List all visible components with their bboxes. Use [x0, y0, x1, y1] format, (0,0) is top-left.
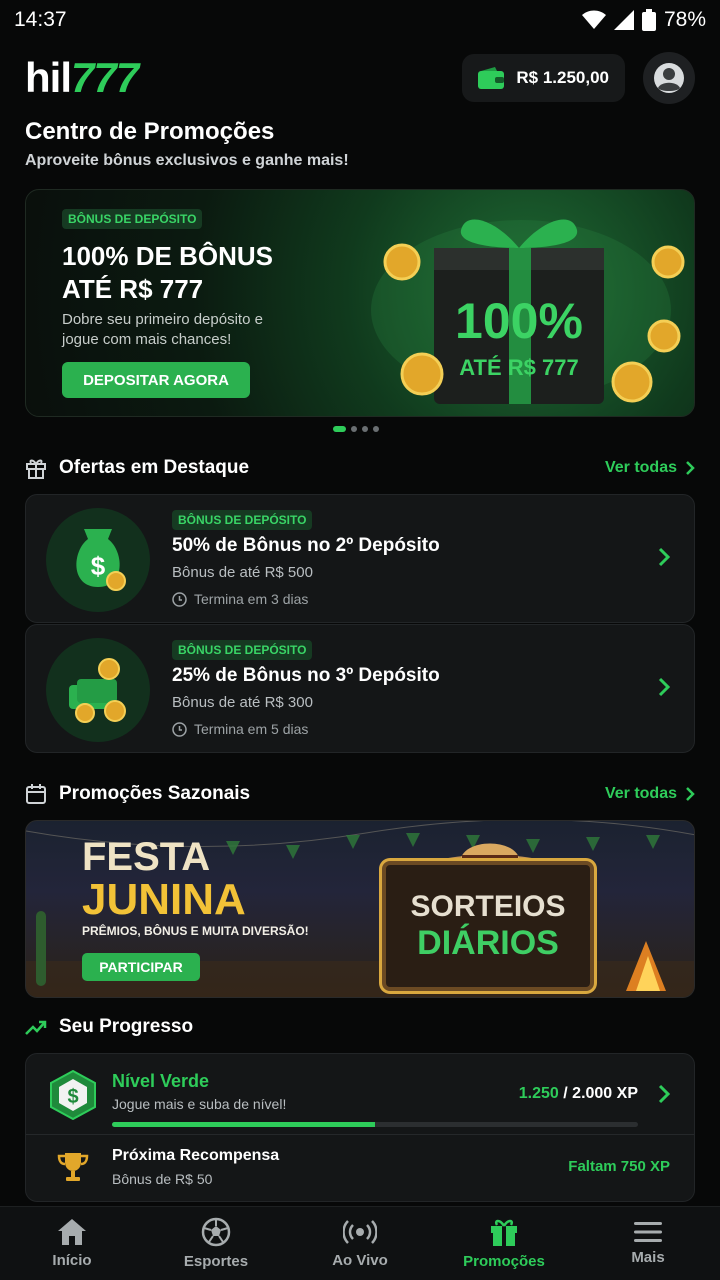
trophy-icon	[57, 1153, 89, 1181]
battery-percent: 78%	[663, 8, 706, 31]
carousel-dot[interactable]	[362, 426, 368, 432]
menu-icon	[634, 1222, 662, 1242]
app-logo[interactable]: hil777	[25, 54, 139, 102]
xp-progress-fill	[112, 1122, 375, 1127]
hero-art-amount: ATÉ R$ 777	[459, 355, 578, 380]
progress-card[interactable]: $ Nível Verde Jogue mais e suba de nível…	[25, 1053, 695, 1202]
hero-art-percent: 100%	[455, 293, 583, 349]
gift-icon	[491, 1219, 517, 1246]
soccer-ball-icon	[201, 1217, 231, 1247]
next-reward-subtitle: Bônus de R$ 50	[112, 1171, 213, 1187]
nav-item-home[interactable]: Início	[0, 1207, 144, 1280]
participate-button[interactable]: PARTICIPAR	[82, 953, 200, 981]
carousel-dot[interactable]	[351, 426, 357, 432]
wallet-icon	[478, 67, 505, 89]
featured-offers-header: Ofertas em Destaque Ver todas	[25, 453, 695, 483]
clock-icon	[172, 721, 187, 737]
seasonal-promos-header: Promoções Sazonais Ver todas	[25, 779, 695, 809]
page-subtitle: Aproveite bônus exclusivos e ganhe mais!	[25, 152, 349, 169]
seasonal-promos-title: Promoções Sazonais	[59, 783, 251, 804]
nav-item-promotions[interactable]: Promoções	[432, 1207, 576, 1280]
trending-up-icon	[25, 1020, 47, 1035]
balance-amount: R$ 1.250,00	[516, 68, 609, 87]
chevron-right-icon	[686, 787, 695, 801]
wifi-icon	[581, 10, 606, 29]
wallet-balance-button[interactable]: R$ 1.250,00	[462, 54, 625, 102]
offer-expiry: Termina em 3 dias	[172, 591, 308, 607]
festa-junina-banner[interactable]: FESTA JUNINA PRÊMIOS, BÔNUS E MUITA DIVE…	[25, 820, 695, 998]
offer-title: 25% de Bônus no 3º Depósito	[172, 665, 440, 686]
offer-card[interactable]: BÔNUS DE DEPÓSITO 25% de Bônus no 3º Dep…	[25, 624, 695, 753]
hero-tag: BÔNUS DE DEPÓSITO	[62, 209, 203, 229]
deposit-now-button[interactable]: DEPOSITAR AGORA	[62, 362, 250, 398]
app-header: hil777 R$ 1.250,00	[0, 50, 720, 106]
banner-festa-text: FESTA	[82, 835, 211, 879]
daily-draws-sign: SORTEIOS DIÁRIOS	[382, 861, 594, 991]
banner-junina-text: JUNINA	[82, 875, 246, 924]
live-broadcast-icon	[343, 1220, 377, 1244]
seasonal-see-all-link[interactable]: Ver todas	[605, 785, 695, 803]
chevron-right-icon[interactable]	[658, 677, 670, 697]
gift-icon	[26, 459, 46, 479]
xp-progress-bar	[112, 1122, 638, 1127]
chevron-right-icon[interactable]	[658, 1084, 670, 1104]
gift-box-illustration: 100% ATÉ R$ 777	[371, 219, 685, 404]
nav-item-live[interactable]: Ao Vivo	[288, 1207, 432, 1280]
svg-text:$: $	[67, 1086, 78, 1108]
featured-offers-title: Ofertas em Destaque	[59, 457, 250, 478]
bottom-navigation: Início Esportes Ao Vivo Promoções Mais	[0, 1206, 720, 1280]
offer-card[interactable]: $ BÔNUS DE DEPÓSITO 50% de Bônus no 2º D…	[25, 494, 695, 623]
battery-icon	[641, 9, 656, 31]
level-name: Nível Verde	[112, 1071, 210, 1091]
progress-title: Seu Progresso	[59, 1016, 194, 1037]
clock-icon	[172, 591, 187, 607]
level-badge-icon: $	[50, 1070, 96, 1120]
offer-subtitle: Bônus de até R$ 500	[172, 564, 313, 581]
page-title: Centro de Promoções	[25, 118, 275, 145]
carousel-dot[interactable]	[333, 426, 346, 432]
level-subtitle: Jogue mais e suba de nível!	[112, 1096, 287, 1112]
progress-header: Seu Progresso	[25, 1012, 695, 1042]
offer-tag: BÔNUS DE DEPÓSITO	[172, 640, 313, 660]
sign-bottom-text: DIÁRIOS	[417, 924, 559, 962]
home-icon	[58, 1219, 86, 1245]
carousel-indicator[interactable]	[333, 426, 379, 432]
sign-top-text: SORTEIOS	[410, 890, 566, 923]
divider	[26, 1134, 694, 1135]
chevron-right-icon[interactable]	[658, 547, 670, 567]
status-time: 14:37	[14, 8, 67, 31]
hero-promo-banner[interactable]: BÔNUS DE DEPÓSITO 100% DE BÔNUS ATÉ R$ 7…	[25, 189, 695, 417]
carousel-dot[interactable]	[373, 426, 379, 432]
chevron-right-icon	[686, 461, 695, 475]
xp-remaining: Faltam 750 XP	[568, 1158, 670, 1175]
profile-avatar-button[interactable]	[643, 52, 695, 104]
signal-icon	[613, 10, 634, 30]
offer-expiry: Termina em 5 dias	[172, 721, 308, 737]
xp-counter: 1.250 / 2.000 XP	[518, 1085, 638, 1102]
hero-title: 100% DE BÔNUS ATÉ R$ 777	[62, 241, 273, 304]
svg-text:$: $	[91, 551, 106, 581]
calendar-icon	[26, 784, 46, 804]
user-icon	[654, 63, 684, 93]
nav-item-sports[interactable]: Esportes	[144, 1207, 288, 1280]
featured-see-all-link[interactable]: Ver todas	[605, 459, 695, 477]
offer-subtitle: Bônus de até R$ 300	[172, 694, 313, 711]
banner-tagline: PRÊMIOS, BÔNUS E MUITA DIVERSÃO!	[82, 924, 309, 938]
next-reward-title: Próxima Recompensa	[112, 1147, 280, 1164]
status-bar: 14:37 78%	[0, 0, 720, 40]
offer-title: 50% de Bônus no 2º Depósito	[172, 535, 440, 556]
money-bag-icon: $	[46, 508, 150, 612]
offer-tag: BÔNUS DE DEPÓSITO	[172, 510, 313, 530]
hero-description: Dobre seu primeiro depósito e jogue com …	[62, 311, 263, 348]
coins-stack-icon	[46, 638, 150, 742]
nav-item-more[interactable]: Mais	[576, 1207, 720, 1280]
